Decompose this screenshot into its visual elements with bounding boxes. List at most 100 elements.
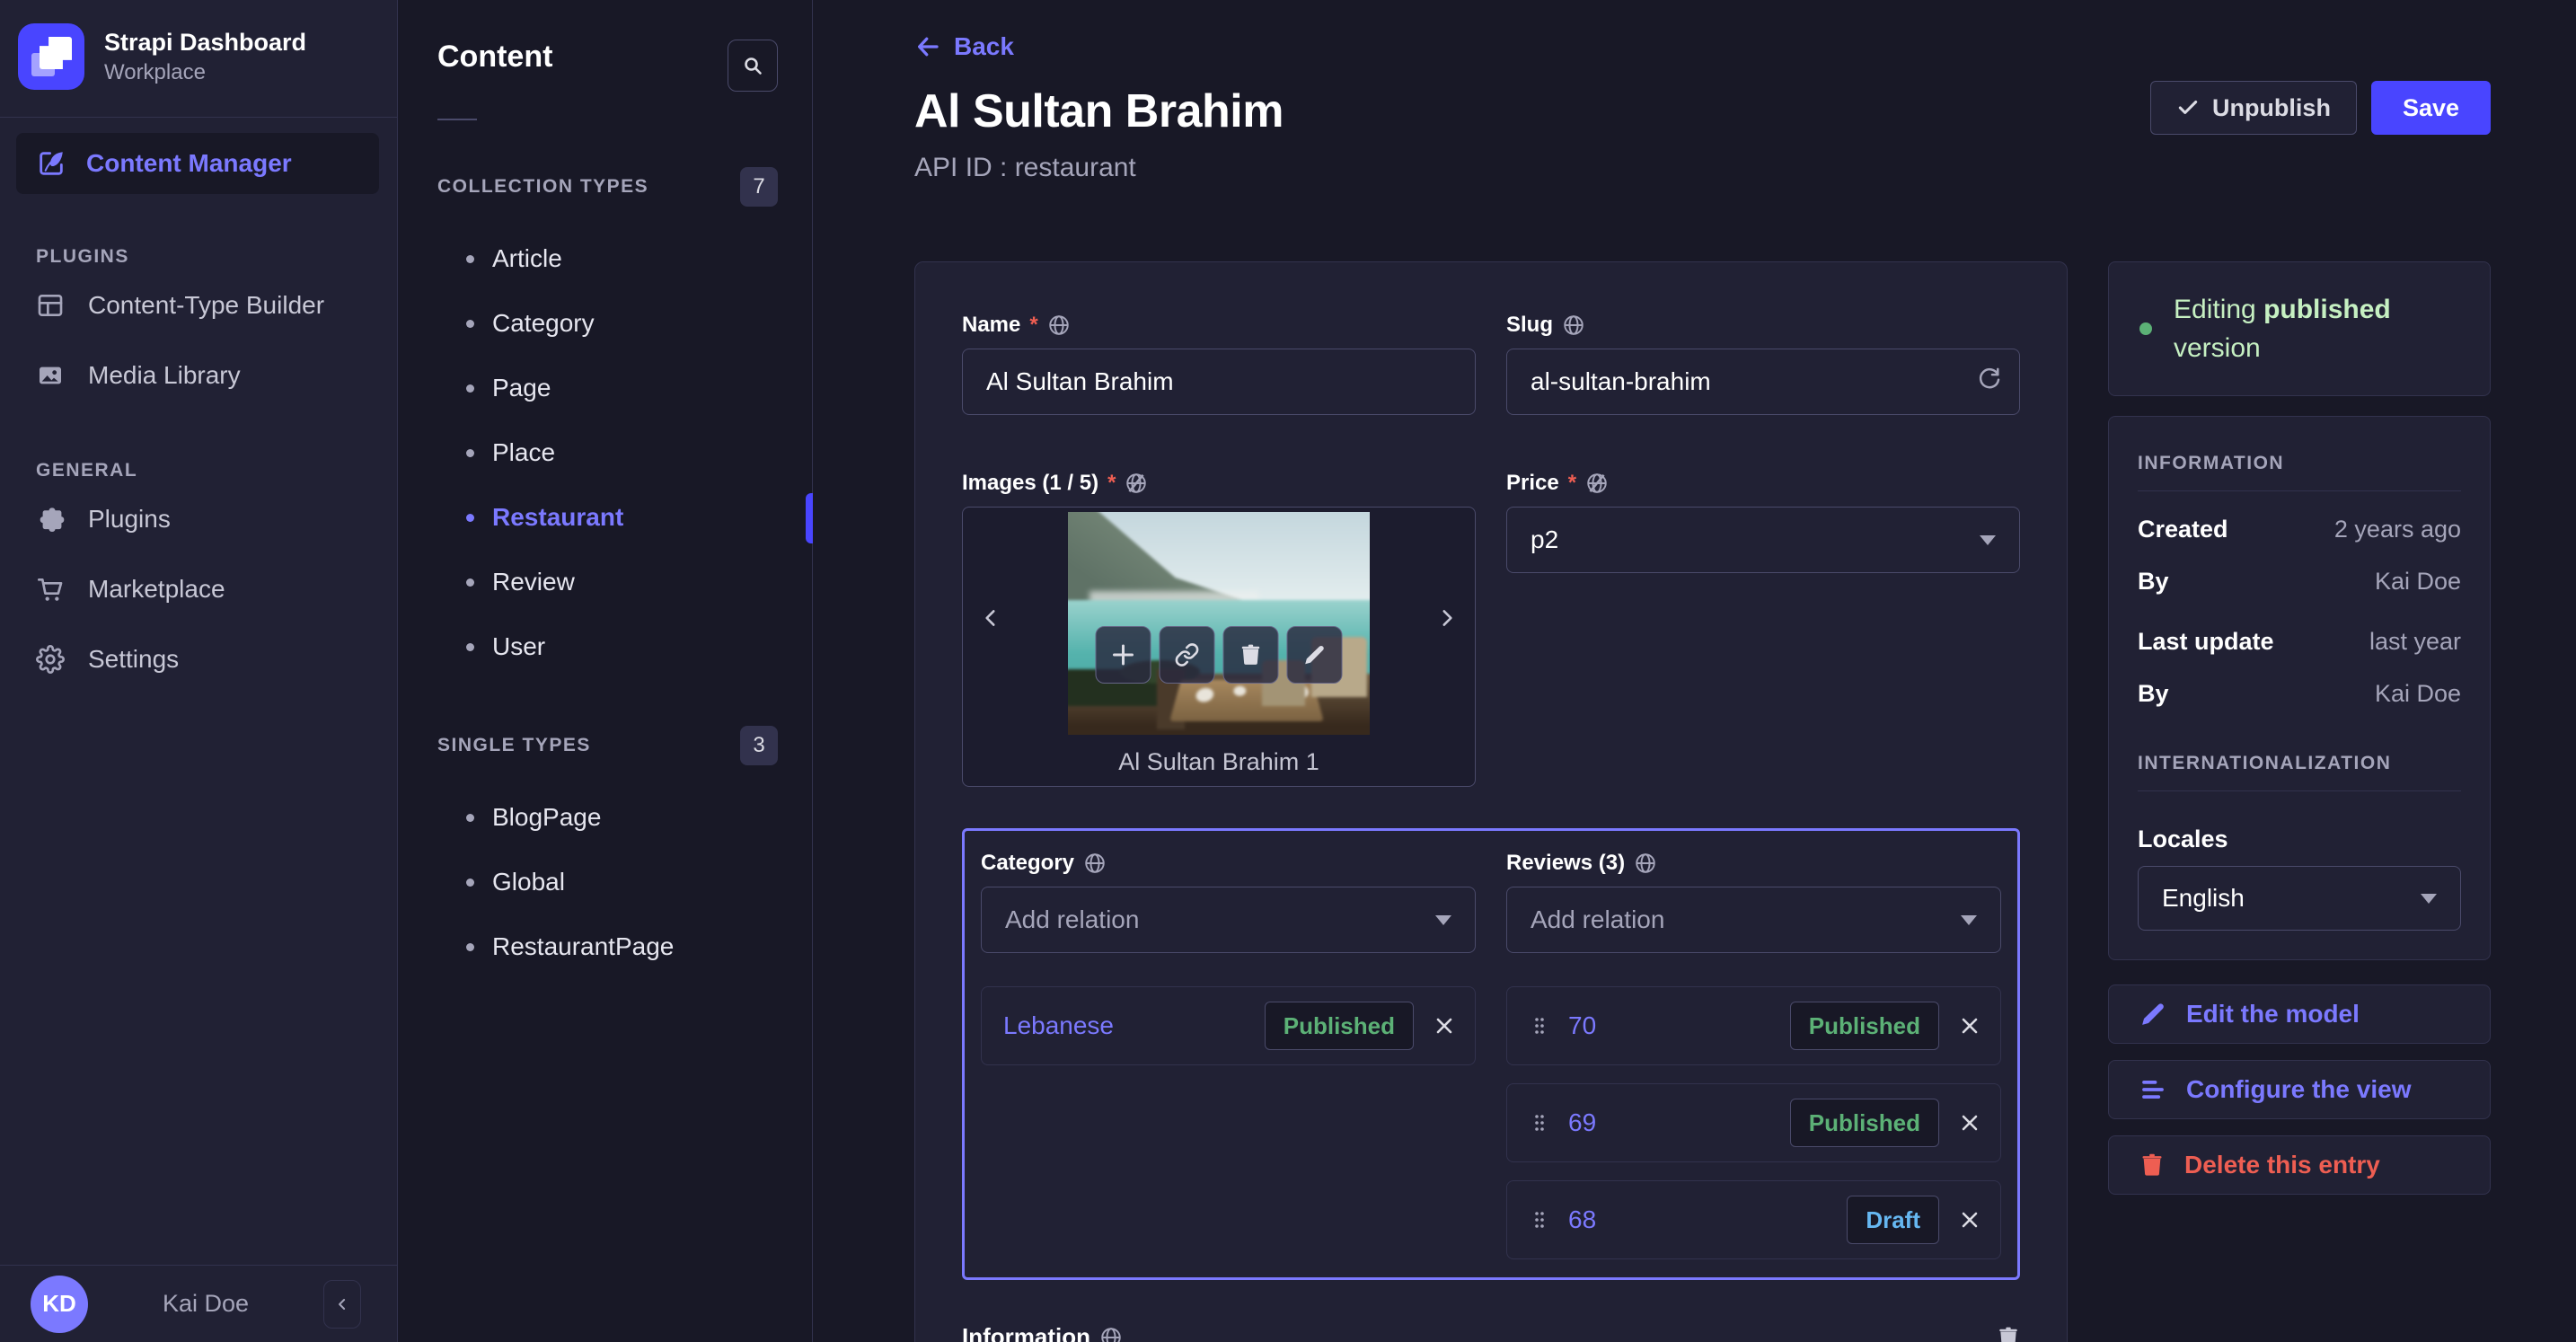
close-icon xyxy=(1957,1110,1982,1135)
remove-relation-button[interactable] xyxy=(1957,1013,1982,1038)
collection-type-category[interactable]: Category xyxy=(437,291,812,356)
pencil-icon xyxy=(1303,643,1327,667)
image-carousel: Al Sultan Brahim 1 xyxy=(962,507,1476,787)
divider xyxy=(0,117,397,118)
content-manager-icon xyxy=(36,148,66,179)
information-panel: INFORMATION Created 2 years ago By Kai Doe… xyxy=(2108,416,2491,960)
list-item-label: Category xyxy=(492,309,595,337)
list-icon xyxy=(2139,1076,2166,1103)
last-update-row: Last update last year xyxy=(2138,628,2461,655)
required-marker: * xyxy=(1107,471,1116,495)
review-relation-item: 68 Draft xyxy=(1506,1180,2001,1259)
locale-value: English xyxy=(2162,884,2245,912)
brand-title: Strapi Dashboard xyxy=(104,28,307,56)
copy-link-button[interactable] xyxy=(1159,626,1215,684)
restaurant-photo xyxy=(1068,512,1370,735)
regenerate-slug-icon[interactable] xyxy=(1975,363,2002,390)
relation-link[interactable]: Lebanese xyxy=(1003,1011,1265,1040)
globe-slash-icon xyxy=(1585,472,1609,495)
reviews-add-relation-select[interactable]: Add relation xyxy=(1506,887,2001,953)
edit-model-button[interactable]: Edit the model xyxy=(2108,984,2491,1044)
delete-image-button[interactable] xyxy=(1222,626,1279,684)
required-marker: * xyxy=(1029,313,1038,337)
nav-section-general: GENERAL xyxy=(36,460,138,481)
sidebar-item-content-manager[interactable]: Content Manager xyxy=(16,133,379,194)
globe-icon xyxy=(1634,852,1657,875)
collection-type-place[interactable]: Place xyxy=(437,420,812,485)
locale-select[interactable]: English xyxy=(2138,866,2461,931)
back-link[interactable]: Back xyxy=(914,32,1014,61)
review-relation-item: 70 Published xyxy=(1506,986,2001,1065)
search-button[interactable] xyxy=(728,40,778,92)
relation-link[interactable]: 70 xyxy=(1568,1011,1790,1040)
created-by-row: By Kai Doe xyxy=(2138,568,2461,595)
name-input[interactable] xyxy=(962,349,1476,415)
single-type-blogpage[interactable]: BlogPage xyxy=(437,785,812,850)
slug-input[interactable] xyxy=(1506,349,2020,415)
collection-type-restaurant[interactable]: Restaurant xyxy=(437,485,812,550)
media-icon xyxy=(36,361,65,390)
sidebar-item-label: Media Library xyxy=(88,361,241,389)
back-label: Back xyxy=(954,32,1014,60)
divider xyxy=(2138,790,2461,791)
slug-label: Slug xyxy=(1506,313,1553,337)
active-item-indicator xyxy=(806,493,813,543)
version-banner-text: Editing published version xyxy=(2174,294,2391,364)
drag-handle-icon[interactable] xyxy=(1529,1014,1550,1037)
name-label: Name xyxy=(962,313,1021,337)
carousel-prev-icon[interactable] xyxy=(979,603,1002,633)
locales-label: Locales xyxy=(2138,826,2228,852)
close-icon xyxy=(1957,1013,1982,1038)
sidebar-item-media-library[interactable]: Media Library xyxy=(0,343,397,408)
search-icon xyxy=(742,55,763,76)
unpublish-button[interactable]: Unpublish xyxy=(2149,81,2357,135)
relation-link[interactable]: 68 xyxy=(1568,1205,1847,1234)
category-add-relation-select[interactable]: Add relation xyxy=(981,887,1476,953)
unpublish-label: Unpublish xyxy=(2211,93,2331,121)
avatar[interactable]: KD xyxy=(31,1275,88,1333)
api-id-subtitle: API ID : restaurant xyxy=(914,153,1136,182)
status-badge: Published xyxy=(1264,1002,1414,1050)
pencil-icon xyxy=(2139,1001,2166,1028)
sidebar-item-settings[interactable]: Settings xyxy=(0,627,397,692)
edit-image-button[interactable] xyxy=(1286,626,1343,684)
configure-view-button[interactable]: Configure the view xyxy=(2108,1060,2491,1119)
collection-type-review[interactable]: Review xyxy=(437,550,812,614)
information-component-header: Information xyxy=(962,1323,2020,1342)
remove-relation-button[interactable] xyxy=(1432,1013,1457,1038)
remove-relation-button[interactable] xyxy=(1957,1110,1982,1135)
page-title: Al Sultan Brahim xyxy=(914,85,1284,137)
sidebar-item-label: Content Manager xyxy=(86,149,292,177)
single-type-restaurantpage[interactable]: RestaurantPage xyxy=(437,914,812,979)
sidebar-item-marketplace[interactable]: Marketplace xyxy=(0,557,397,622)
drag-handle-icon[interactable] xyxy=(1529,1208,1550,1232)
single-types-heading: SINGLE TYPES xyxy=(437,735,591,755)
divider xyxy=(437,119,477,120)
workspace-brand[interactable]: Strapi Dashboard Workplace xyxy=(0,0,397,117)
drag-handle-icon[interactable] xyxy=(1529,1111,1550,1135)
list-item-label: Place xyxy=(492,438,556,466)
reviews-field: Reviews (3) Add relation 70 Published 69… xyxy=(1506,851,2001,1259)
collection-type-user[interactable]: User xyxy=(437,614,812,679)
carousel-next-icon[interactable] xyxy=(1435,603,1459,633)
collapse-sidebar-button[interactable] xyxy=(323,1279,361,1329)
price-select[interactable]: p2 xyxy=(1506,507,2020,573)
collection-type-article[interactable]: Article xyxy=(437,226,812,291)
relation-link[interactable]: 69 xyxy=(1568,1108,1790,1137)
delete-entry-button[interactable]: Delete this entry xyxy=(2108,1135,2491,1195)
collection-type-page[interactable]: Page xyxy=(437,356,812,420)
information-heading: INFORMATION xyxy=(2138,453,2285,473)
delete-component-button[interactable] xyxy=(1997,1325,2020,1342)
sidebar-item-plugins[interactable]: Plugins xyxy=(0,487,397,552)
review-relation-item: 69 Published xyxy=(1506,1083,2001,1162)
trash-icon xyxy=(1997,1325,2020,1342)
main-content: Back Al Sultan Brahim Unpublish Save API… xyxy=(813,0,2576,1342)
sidebar-item-content-type-builder[interactable]: Content-Type Builder xyxy=(0,273,397,338)
add-image-button[interactable] xyxy=(1095,626,1151,684)
list-item-label: User xyxy=(492,632,546,660)
save-button[interactable]: Save xyxy=(2370,81,2491,135)
relations-component: Category Add relation Lebanese Published… xyxy=(962,828,2020,1280)
single-type-global[interactable]: Global xyxy=(437,850,812,914)
remove-relation-button[interactable] xyxy=(1957,1207,1982,1232)
version-banner: Editing published version xyxy=(2108,261,2491,396)
